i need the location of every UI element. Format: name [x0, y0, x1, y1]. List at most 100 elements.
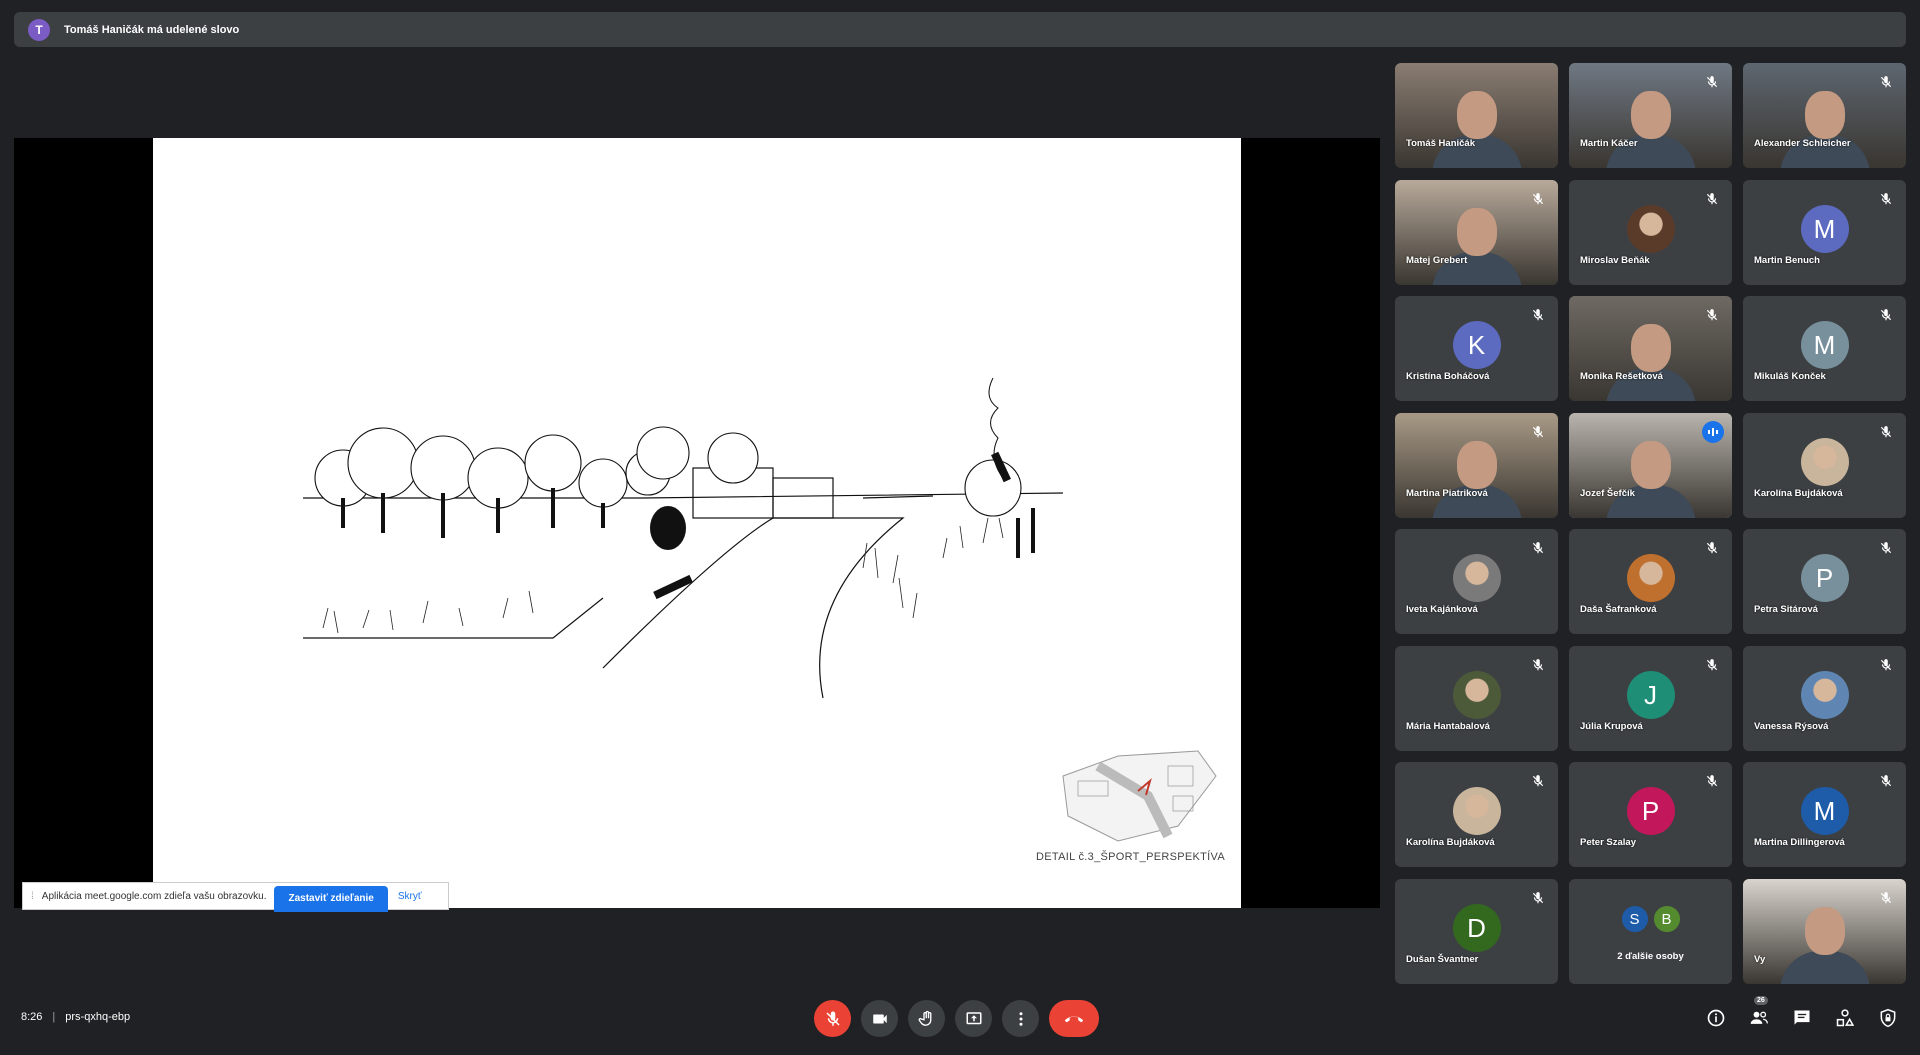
participant-tile[interactable]: M Martin Benuch [1743, 180, 1906, 285]
chat-icon [1794, 1010, 1810, 1025]
participant-name: Kristína Boháčová [1406, 371, 1490, 382]
mic-off-icon [1532, 309, 1544, 321]
participant-tile[interactable]: Matej Grebert [1395, 180, 1558, 285]
mic-off-icon [1532, 892, 1544, 904]
notification-avatar: T [28, 18, 50, 41]
participant-name: Matej Grebert [1406, 255, 1468, 266]
participant-tile[interactable]: Alexander Schleicher [1743, 63, 1906, 168]
slide-caption: DETAIL č.3_ŠPORT_PERSPEKTÍVA [1036, 851, 1225, 863]
participant-name: Martina Dillingerová [1754, 837, 1845, 848]
participant-name: Martin Káčer [1580, 138, 1638, 149]
participant-tile[interactable]: M Mikuláš Konček [1743, 296, 1906, 401]
participant-name: Mária Hantabalová [1406, 721, 1490, 732]
participant-tile[interactable]: Mária Hantabalová [1395, 646, 1558, 751]
drag-handle-icon[interactable]: ⁞ [31, 891, 34, 902]
participant-tile[interactable]: Martina Piatriková [1395, 413, 1558, 518]
participant-name: Karolína Bujdáková [1754, 488, 1843, 499]
perspective-sketch [303, 377, 1064, 699]
participant-silhouette [1630, 441, 1671, 489]
participant-silhouette [1804, 907, 1845, 955]
notification-bar: T Tomáš Haničák má udelené slovo [14, 12, 1906, 47]
speaking-indicator [1702, 421, 1724, 443]
participant-tile[interactable]: Vy [1743, 879, 1906, 984]
mic-off-icon [1880, 659, 1892, 671]
mic-off-icon [1706, 193, 1718, 205]
muted-indicator [1702, 305, 1722, 325]
stop-sharing-button[interactable]: Zastaviť zdieľanie [274, 886, 388, 912]
activities-button[interactable] [1831, 1004, 1859, 1032]
muted-indicator [1528, 655, 1548, 675]
participant-tile[interactable]: Tomáš Haničák [1395, 63, 1558, 168]
participant-tile[interactable]: Karolína Bujdáková [1743, 413, 1906, 518]
muted-indicator [1876, 655, 1896, 675]
participant-avatar: B [1651, 904, 1682, 934]
participant-tile[interactable]: P Peter Szalay [1569, 762, 1732, 867]
participant-avatar: J [1626, 671, 1675, 720]
muted-indicator [1702, 655, 1722, 675]
meeting-details-button[interactable] [1702, 1004, 1730, 1032]
muted-indicator [1876, 305, 1896, 325]
mic-off-icon [1706, 542, 1718, 554]
camera-toggle[interactable] [861, 1000, 898, 1037]
participant-tile[interactable]: Daša Šafranková [1569, 529, 1732, 634]
participant-name: Iveta Kajánková [1406, 604, 1478, 615]
side-panel-controls: 26 [1687, 996, 1902, 1032]
mic-off-icon [1706, 76, 1718, 88]
participant-photo-avatar [1626, 554, 1675, 603]
mic-off-icon [1880, 309, 1892, 321]
mic-off-icon [1880, 542, 1892, 554]
participant-name: Júlia Krupová [1580, 721, 1643, 732]
notification-text: Tomáš Haničák má udelené slovo [64, 23, 240, 36]
more-options-button[interactable] [1002, 1000, 1039, 1037]
mic-off-icon [1532, 426, 1544, 438]
participant-tile[interactable]: Vanessa Rýsová [1743, 646, 1906, 751]
host-controls-button[interactable] [1874, 1004, 1902, 1032]
participant-name: Petra Sitárová [1754, 604, 1818, 615]
participant-tile[interactable]: Iveta Kajánková [1395, 529, 1558, 634]
participant-tile[interactable]: K Kristína Boháčová [1395, 296, 1558, 401]
leave-call-button[interactable] [1049, 1000, 1099, 1037]
more-participants-label: 2 ďalšie osoby [1617, 951, 1684, 962]
mic-off-icon [1880, 426, 1892, 438]
mic-off-icon [1532, 542, 1544, 554]
participant-tile[interactable]: D Dušan Švantner [1395, 879, 1558, 984]
muted-indicator [1876, 72, 1896, 92]
participant-tile[interactable]: P Petra Sitárová [1743, 529, 1906, 634]
mic-off-icon [1532, 659, 1544, 671]
muted-indicator [1702, 771, 1722, 791]
muted-indicator [1702, 538, 1722, 558]
participant-tile[interactable]: Jozef Šefčík [1569, 413, 1732, 518]
muted-indicator [1876, 771, 1896, 791]
participant-silhouette [1456, 91, 1497, 139]
meeting-code[interactable]: prs-qxhq-ebp [65, 1011, 130, 1023]
participant-avatar: M [1800, 787, 1849, 836]
muted-indicator [1876, 538, 1896, 558]
more-participants-avatars: SB [1619, 904, 1683, 934]
participant-tile[interactable]: M Martina Dillingerová [1743, 762, 1906, 867]
participant-tile[interactable]: Monika Rešetková [1569, 296, 1732, 401]
mic-off-icon [1880, 193, 1892, 205]
participant-photo-avatar [1452, 554, 1501, 603]
people-button[interactable]: 26 [1745, 996, 1773, 1032]
skater-figure [650, 506, 693, 600]
participant-tile[interactable]: Karolína Bujdáková [1395, 762, 1558, 867]
participant-tile[interactable]: Martin Káčer [1569, 63, 1732, 168]
participant-name: Peter Szalay [1580, 837, 1636, 848]
mic-off-icon [1532, 775, 1544, 787]
participant-name: Martin Benuch [1754, 255, 1820, 266]
participant-avatar: M [1800, 205, 1849, 254]
participant-name: Jozef Šefčík [1580, 488, 1635, 499]
muted-indicator [1876, 888, 1896, 908]
participant-tile[interactable]: J Júlia Krupová [1569, 646, 1732, 751]
chat-button[interactable] [1788, 1004, 1816, 1032]
participant-avatar: D [1452, 904, 1501, 953]
present-button[interactable] [955, 1000, 992, 1037]
more-participants-tile[interactable]: SB 2 ďalšie osoby [1569, 879, 1732, 984]
hide-share-bar-link[interactable]: Skryť [398, 891, 422, 902]
microphone-toggle[interactable] [814, 1000, 851, 1037]
participant-avatar: S [1619, 904, 1650, 934]
raise-hand-button[interactable] [908, 1000, 945, 1037]
participant-photo-avatar [1626, 205, 1675, 254]
present-icon [966, 1011, 981, 1024]
participant-tile[interactable]: Miroslav Beňák [1569, 180, 1732, 285]
